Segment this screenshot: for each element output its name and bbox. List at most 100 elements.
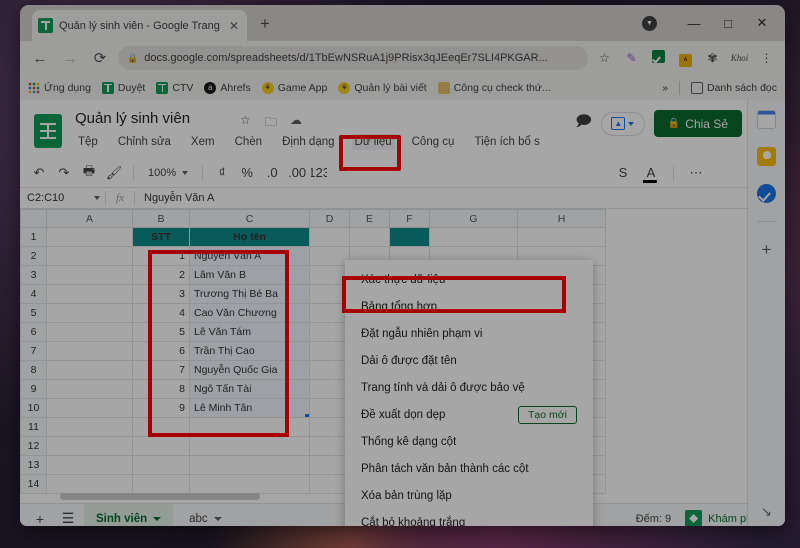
data-dropdown-menu[interactable]: Xác thực dữ liệu Bảng tổng hợp Đặt ngẫu nh… [345,260,593,526]
bookmark-duyet[interactable]: Duyệt [101,81,145,94]
decrease-decimal-icon[interactable]: .0 [261,162,283,184]
paint-format-icon[interactable]: 🖌 [103,162,125,184]
document-title[interactable]: Quản lý sinh viên [75,110,190,127]
bookmarks-overflow-button[interactable]: » [662,82,668,94]
grid-cell-H1[interactable] [517,227,606,247]
grid-cell-C12[interactable] [189,436,310,456]
add-sheet-button[interactable]: + [28,511,52,527]
grid-cell-D12[interactable] [309,436,350,456]
currency-format-icon[interactable]: ₫ [211,162,233,184]
grid-cell-B2[interactable]: 1 [132,246,190,266]
grid-cell-D8[interactable] [309,360,350,380]
profile-badge-icon[interactable]: ▼ [642,16,657,31]
row-header[interactable]: 9 [20,379,47,399]
grid-cell-D11[interactable] [309,417,350,437]
checkbox-extension-icon[interactable] [648,50,669,66]
grid-cell-A11[interactable] [46,417,133,437]
text-color-icon[interactable]: A [640,162,662,184]
grid-cell-C10[interactable]: Lê Minh Tân [189,398,310,418]
menu-item-3[interactable]: Dải ô được đặt tên [345,347,593,374]
grid-cell-D5[interactable] [309,303,350,323]
select-all-corner[interactable] [20,209,47,228]
grid-cell-C9[interactable]: Ngô Tấn Tài [189,379,310,399]
profile-avatar-icon[interactable]: Khoi [729,53,750,63]
grid-cell-B10[interactable]: 9 [132,398,190,418]
grid-cell-A2[interactable] [46,246,133,266]
pen-extension-icon[interactable]: ✎ [621,51,642,65]
column-header-g[interactable]: G [429,209,518,228]
grid-cell-D6[interactable] [309,322,350,342]
more-options-icon[interactable]: ⋯ [685,162,707,184]
row-header[interactable]: 8 [20,360,47,380]
close-window-button[interactable]: ✕ [745,9,779,37]
yellow-extension-icon[interactable]: A [675,50,696,67]
star-icon[interactable]: ☆ [240,113,251,127]
grid-cell-B3[interactable]: 2 [132,265,190,285]
name-box[interactable]: C2:C10 [20,192,105,204]
menu-dinh-dang[interactable]: Định dạng [279,134,337,150]
grid-cell-C8[interactable]: Nguyễn Quốc Gia [189,360,310,380]
add-addon-button[interactable]: + [762,240,772,260]
chrome-menu-icon[interactable]: ⋮ [756,51,777,65]
grid-cell-D14[interactable] [309,474,350,494]
grid-cell-B13[interactable] [132,455,190,475]
bookmark-star-icon[interactable]: ☆ [594,51,615,65]
row-header[interactable]: 4 [20,284,47,304]
row-header[interactable]: 7 [20,341,47,361]
grid-cell-D7[interactable] [309,341,350,361]
grid-cell-A4[interactable] [46,284,133,304]
row-header[interactable]: 12 [20,436,47,456]
row-header[interactable]: 3 [20,265,47,285]
strikethrough-icon[interactable]: S [612,162,634,184]
grid-cell-B11[interactable] [132,417,190,437]
grid-cell-B14[interactable] [132,474,190,494]
column-header-e[interactable]: E [349,209,390,228]
print-icon[interactable]: 🖶 [78,162,100,184]
sheet-tab-abc[interactable]: abc [177,504,234,527]
menu-du-lieu[interactable]: Dữ liệu [351,134,395,150]
grid-cell-D3[interactable] [309,265,350,285]
column-header-d[interactable]: D [309,209,350,228]
grid-cell-A7[interactable] [46,341,133,361]
row-header[interactable]: 14 [20,474,47,494]
grid-cell-B1[interactable]: STT [132,227,190,247]
column-header-b[interactable]: B [132,209,190,228]
menu-cong-cu[interactable]: Công cụ [409,134,458,150]
menu-chen[interactable]: Chèn [232,134,266,150]
browser-tab[interactable]: Quản lý sinh viên - Google Trang ✕ [32,10,247,41]
grid-cell-A3[interactable] [46,265,133,285]
reload-icon[interactable]: ⟳ [88,49,112,67]
menu-item-5[interactable]: Đề xuất dọn dẹp Tạo mới [345,401,593,428]
grid-cell-A8[interactable] [46,360,133,380]
menu-item-1[interactable]: Bảng tổng hợp [345,293,593,320]
menu-tep[interactable]: Tệp [75,134,101,150]
row-header[interactable]: 11 [20,417,47,437]
grid-cell-D9[interactable] [309,379,350,399]
redo-icon[interactable]: ↷ [53,162,75,184]
forward-icon[interactable]: → [58,50,82,67]
grid-cell-B4[interactable]: 3 [132,284,190,304]
comment-icon[interactable]: 🗩 [575,111,592,136]
grid-cell-D10[interactable] [309,398,350,418]
formula-input[interactable]: Nguyễn Văn A [135,192,214,204]
grid-cell-A1[interactable] [46,227,133,247]
menu-item-0[interactable]: Xác thực dữ liệu [345,266,593,293]
menu-chinh-sua[interactable]: Chỉnh sửa [115,134,174,150]
sheet-tab-sinh-vien[interactable]: Sinh viên [84,503,174,526]
row-header[interactable]: 10 [20,398,47,418]
grid-cell-C5[interactable]: Cao Văn Chương [189,303,310,323]
row-header[interactable]: 2 [20,246,47,266]
column-header-c[interactable]: C [189,209,310,228]
google-tasks-icon[interactable] [757,184,776,203]
grid-cell-A14[interactable] [46,474,133,494]
menu-tien-ich[interactable]: Tiện ích bổ s [471,134,542,150]
grid-cell-A12[interactable] [46,436,133,456]
grid-cell-A9[interactable] [46,379,133,399]
grid-cell-B9[interactable]: 8 [132,379,190,399]
reading-list-button[interactable]: Danh sách đọc [690,81,777,94]
menu-item-6[interactable]: Thống kê dạng cột [345,428,593,455]
undo-icon[interactable]: ↶ [28,162,50,184]
grid-cell-C4[interactable]: Trương Thị Bé Ba [189,284,310,304]
grid-cell-A6[interactable] [46,322,133,342]
all-sheets-button[interactable]: ☰ [56,510,80,526]
